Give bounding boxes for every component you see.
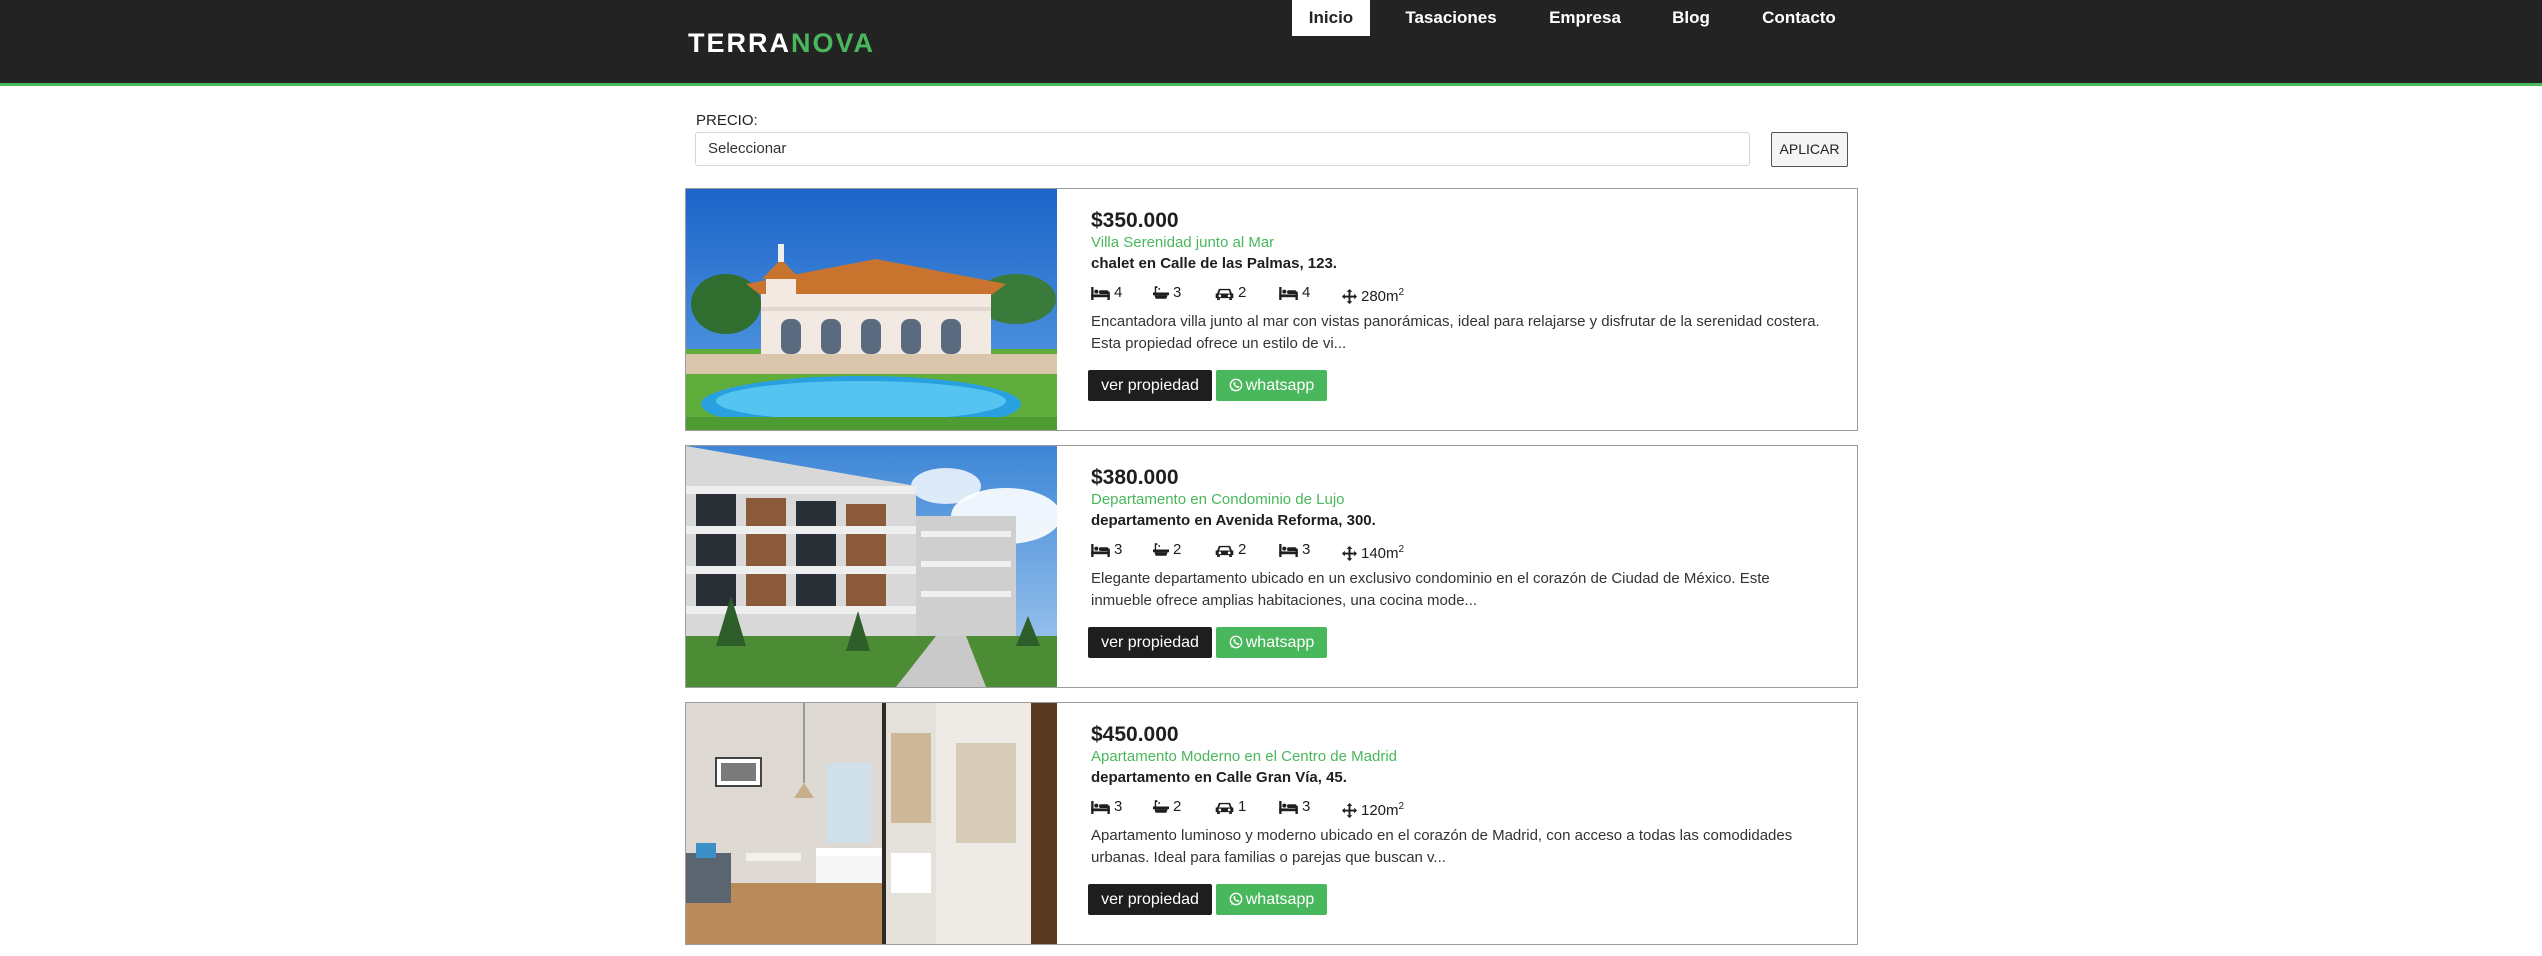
rooms-count: 3 <box>1302 798 1311 815</box>
feature-bedrooms: 3 <box>1091 540 1122 560</box>
listing-price: $350.000 <box>1091 209 1179 232</box>
brand-part-nova: NOVA <box>791 28 876 58</box>
listing-title[interactable]: Apartamento Moderno en el Centro de Madr… <box>1091 748 1397 765</box>
view-property-button[interactable]: ver propiedad <box>1088 370 1212 401</box>
move-icon <box>1342 546 1357 561</box>
feature-bathrooms: 2 <box>1153 797 1181 817</box>
listing-card: $380.000 Departamento en Condominio de L… <box>685 445 1858 688</box>
feature-bedrooms: 3 <box>1091 797 1122 817</box>
move-icon <box>1342 803 1357 818</box>
whatsapp-label: whatsapp <box>1245 891 1315 908</box>
feature-rooms: 3 <box>1279 540 1310 560</box>
area-unit-sup: 2 <box>1398 801 1405 812</box>
whatsapp-button[interactable]: whatsapp <box>1216 884 1327 915</box>
price-filter-select[interactable]: Seleccionar <box>695 132 1750 166</box>
bed-icon <box>1091 544 1110 557</box>
listing-features: 3 2 1 3 120m2 <box>1091 797 1691 819</box>
nav-tasaciones[interactable]: Tasaciones <box>1398 0 1504 36</box>
listing-photo-condominium[interactable] <box>686 446 1057 687</box>
bathrooms-count: 2 <box>1173 798 1182 815</box>
feature-parking: 1 <box>1215 797 1246 817</box>
nav-empresa[interactable]: Empresa <box>1540 0 1630 36</box>
bathrooms-count: 2 <box>1173 541 1182 558</box>
bath-icon <box>1153 542 1169 557</box>
whatsapp-label: whatsapp <box>1245 377 1315 394</box>
feature-area: 280m2 <box>1342 283 1404 307</box>
bath-icon <box>1153 799 1169 814</box>
bedrooms-count: 3 <box>1114 798 1123 815</box>
area-value: 120m <box>1361 802 1399 819</box>
listing-card: $450.000 Apartamento Moderno en el Centr… <box>685 702 1858 945</box>
whatsapp-icon <box>1229 378 1243 392</box>
area-unit-sup: 2 <box>1398 287 1405 298</box>
listing-features: 3 2 2 3 140m2 <box>1091 540 1691 562</box>
whatsapp-label: whatsapp <box>1245 634 1315 651</box>
top-navbar: TERRANOVA Inicio Tasaciones Empresa Blog… <box>0 0 2542 86</box>
listing-description: Elegante departamento ubicado en un excl… <box>1091 570 1770 609</box>
area-value: 140m <box>1361 545 1399 562</box>
bed-icon <box>1279 287 1298 300</box>
listing-address: departamento en Calle Gran Vía, 45. <box>1091 769 1347 786</box>
feature-bedrooms: 4 <box>1091 283 1122 303</box>
view-property-button[interactable]: ver propiedad <box>1088 627 1212 658</box>
feature-rooms: 3 <box>1279 797 1310 817</box>
listing-card: $350.000 Villa Serenidad junto al Mar ch… <box>685 188 1858 431</box>
bed-icon <box>1091 287 1110 300</box>
feature-area: 120m2 <box>1342 797 1404 821</box>
bed-icon <box>1091 801 1110 814</box>
listing-photo-apartment[interactable] <box>686 703 1057 944</box>
listing-price: $380.000 <box>1091 466 1179 489</box>
feature-rooms: 4 <box>1279 283 1310 303</box>
price-filter-label: PRECIO: <box>696 112 758 129</box>
car-icon <box>1215 544 1234 557</box>
bath-icon <box>1153 285 1169 300</box>
listing-price: $450.000 <box>1091 723 1179 746</box>
area-value: 280m <box>1361 288 1399 305</box>
listing-features: 4 3 2 4 280m2 <box>1091 283 1691 305</box>
listing-description: Encantadora villa junto al mar con vista… <box>1091 313 1820 352</box>
bed-icon <box>1279 544 1298 557</box>
nav-blog[interactable]: Blog <box>1664 0 1718 36</box>
whatsapp-icon <box>1229 635 1243 649</box>
feature-bathrooms: 3 <box>1153 283 1181 303</box>
listing-title[interactable]: Villa Serenidad junto al Mar <box>1091 234 1274 251</box>
parking-count: 2 <box>1238 284 1247 301</box>
feature-parking: 2 <box>1215 283 1246 303</box>
car-icon <box>1215 287 1234 300</box>
listing-address: chalet en Calle de las Palmas, 123. <box>1091 255 1337 272</box>
parking-count: 2 <box>1238 541 1247 558</box>
car-icon <box>1215 801 1234 814</box>
listing-title[interactable]: Departamento en Condominio de Lujo <box>1091 491 1345 508</box>
rooms-count: 3 <box>1302 541 1311 558</box>
bedrooms-count: 4 <box>1114 284 1123 301</box>
view-property-button[interactable]: ver propiedad <box>1088 884 1212 915</box>
listing-photo-villa[interactable] <box>686 189 1057 430</box>
area-unit-sup: 2 <box>1398 544 1405 555</box>
feature-bathrooms: 2 <box>1153 540 1181 560</box>
brand-part-terra: TERRA <box>688 28 791 58</box>
rooms-count: 4 <box>1302 284 1311 301</box>
nav-inicio[interactable]: Inicio <box>1292 0 1370 36</box>
feature-parking: 2 <box>1215 540 1246 560</box>
bedrooms-count: 3 <box>1114 541 1123 558</box>
parking-count: 1 <box>1238 798 1247 815</box>
apply-filter-button[interactable]: APLICAR <box>1771 132 1848 167</box>
listing-address: departamento en Avenida Reforma, 300. <box>1091 512 1376 529</box>
whatsapp-button[interactable]: whatsapp <box>1216 370 1327 401</box>
feature-area: 140m2 <box>1342 540 1404 564</box>
move-icon <box>1342 289 1357 304</box>
nav-contacto[interactable]: Contacto <box>1752 0 1846 36</box>
whatsapp-icon <box>1229 892 1243 906</box>
listing-description: Apartamento luminoso y moderno ubicado e… <box>1091 827 1793 866</box>
brand-logo[interactable]: TERRANOVA <box>688 27 875 59</box>
bathrooms-count: 3 <box>1173 284 1182 301</box>
bed-icon <box>1279 801 1298 814</box>
whatsapp-button[interactable]: whatsapp <box>1216 627 1327 658</box>
